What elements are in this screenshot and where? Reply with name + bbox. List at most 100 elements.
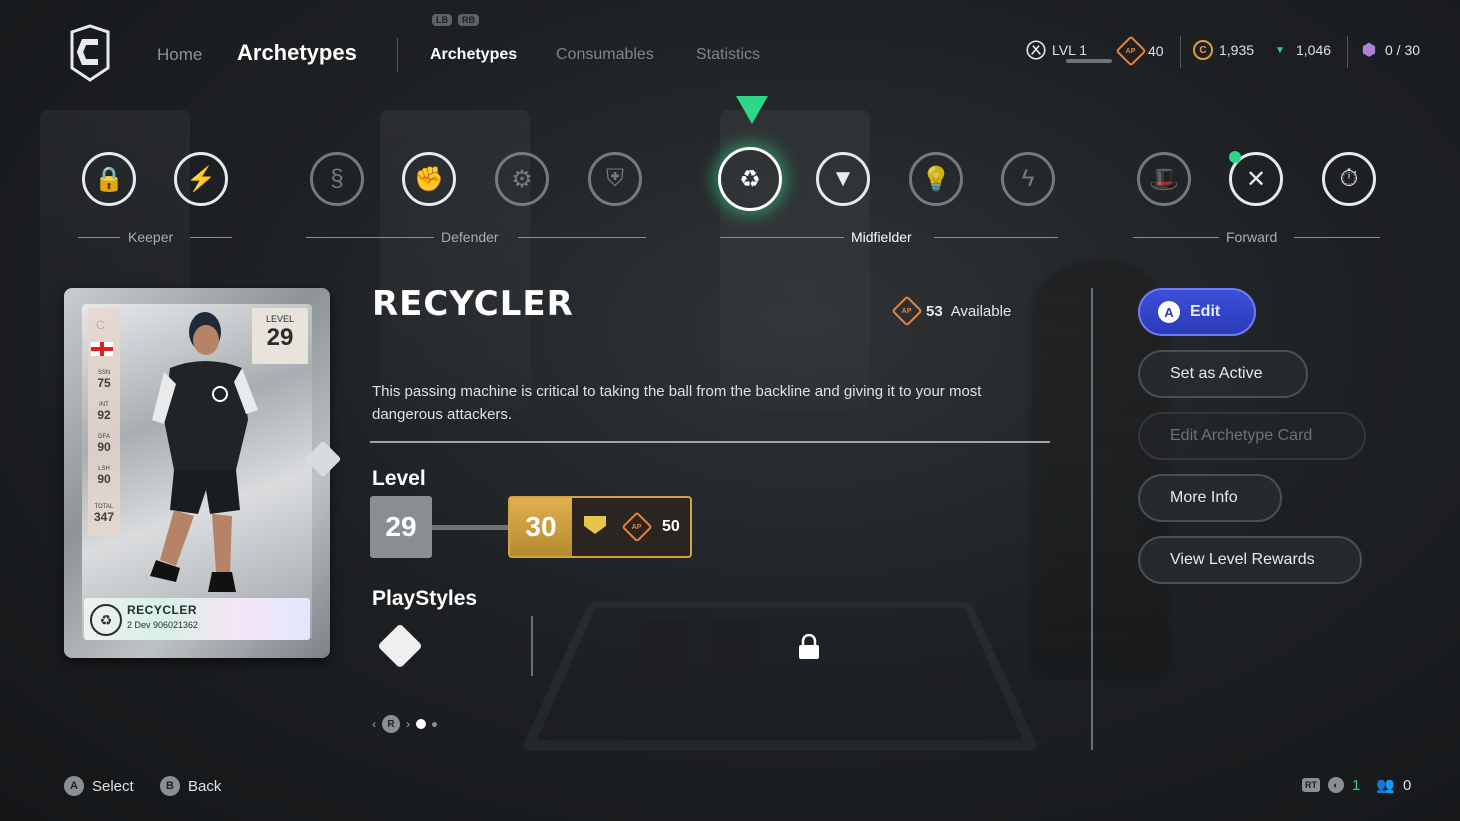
category-keeper: Keeper	[128, 229, 174, 245]
gem-icon	[584, 516, 606, 534]
card-stat-int: INT 92	[97, 402, 111, 422]
app-logo	[70, 24, 110, 82]
currency-divider	[1180, 36, 1181, 68]
next-level-upgrade[interactable]: 30 AP 50	[508, 496, 692, 558]
card-stat-lsh: LSH 90	[97, 466, 111, 486]
active-check-icon	[1229, 151, 1241, 163]
a-button-icon: A	[1158, 301, 1180, 323]
category-line	[720, 237, 844, 238]
category-defender: Defender	[441, 229, 499, 245]
level-connector	[432, 525, 510, 530]
a-button-icon: A	[64, 776, 84, 796]
card-level-box: LEVEL 29	[252, 308, 308, 364]
next-level-number: 30	[510, 498, 572, 556]
coin-icon: C	[1193, 40, 1213, 60]
lightbulb-icon[interactable]: 💡	[909, 152, 963, 206]
selection-indicator	[736, 96, 768, 124]
edit-archetype-card-button[interactable]: Edit Archetype Card	[1138, 412, 1366, 460]
bumper-hints: LB RB	[432, 14, 485, 26]
chevron-right-icon: ›	[406, 717, 410, 731]
ap-available: AP 53 Available	[891, 295, 1011, 327]
panel-divider	[1091, 288, 1093, 750]
edit-button[interactable]: A Edit	[1138, 288, 1256, 336]
rt-button-icon: RT	[1302, 778, 1320, 792]
tab-statistics[interactable]: Statistics	[696, 46, 760, 64]
playstyles-divider	[531, 616, 533, 676]
ap-icon: AP	[891, 295, 923, 327]
view-level-rewards-button[interactable]: View Level Rewards	[1138, 536, 1362, 584]
category-line	[518, 237, 646, 238]
card-nameplate: ♻ RECYCLER 2 Dev 906021362	[84, 598, 310, 640]
tab-archetypes[interactable]: Archetypes	[430, 46, 517, 64]
playstyle-icon[interactable]	[377, 623, 423, 669]
lock-icon	[799, 634, 819, 659]
more-info-button[interactable]: More Info	[1138, 474, 1282, 522]
category-line	[190, 237, 232, 238]
recycle-icon[interactable]: ♻	[718, 147, 782, 211]
keeper-lock-icon[interactable]: 🔒	[82, 152, 136, 206]
sp-balance: ⬢ 0 / 30	[1359, 40, 1420, 60]
set-active-button[interactable]: Set as Active	[1138, 350, 1308, 398]
ap-icon: AP	[621, 511, 653, 543]
card-stat-dfa: DFA 90	[97, 434, 111, 454]
tuxedo-icon[interactable]: ▼	[816, 152, 870, 206]
lb-button-icon: LB	[432, 14, 452, 26]
card-stat-ssn: SSN 75	[97, 370, 111, 390]
category-midfielder: Midfielder	[851, 229, 912, 245]
chevron-left-icon: ‹	[372, 717, 376, 731]
next-level-ap-cost: 50	[662, 518, 680, 535]
coins-value: 1,935	[1219, 42, 1255, 58]
b-button-icon: B	[160, 776, 180, 796]
recycle-icon: ♻	[90, 604, 122, 636]
category-line	[1133, 237, 1219, 238]
select-label: Select	[92, 777, 134, 795]
archetype-name: RECYCLER	[372, 284, 574, 324]
currency-divider	[1347, 36, 1348, 68]
ap-available-count: 53	[926, 302, 943, 320]
locked-playstyle-slot	[635, 620, 691, 676]
page-indicator[interactable]: ‹ R ›	[372, 715, 437, 733]
party-icon: ◐	[1328, 777, 1344, 793]
edit-label: Edit	[1190, 303, 1221, 320]
defender-tactics-icon[interactable]: ⚙	[495, 152, 549, 206]
select-hint[interactable]: A Select	[64, 776, 134, 796]
page-dot-active	[416, 719, 426, 729]
social-status[interactable]: RT ◐ 1 👥 0	[1302, 776, 1411, 794]
coins-balance: C 1,935	[1193, 40, 1254, 60]
lightning-icon[interactable]: ϟ	[1001, 152, 1055, 206]
defender-snake-icon[interactable]: §	[310, 152, 364, 206]
locked-playstyle-slot	[706, 620, 762, 676]
category-line	[934, 237, 1058, 238]
points-balance: ▼ 1,046	[1270, 40, 1331, 60]
ap-balance: AP 40	[1115, 35, 1164, 67]
card-subtitle: 2 Dev 906021362	[127, 620, 199, 630]
rb-button-icon: RB	[458, 14, 479, 26]
level-heading: Level	[372, 467, 426, 490]
sp-hex-icon: ⬢	[1362, 42, 1376, 59]
back-label: Back	[188, 777, 222, 795]
crossed-flags-icon	[1026, 40, 1046, 60]
ap-icon: AP	[1115, 35, 1147, 67]
defender-fist-icon[interactable]: ✊	[402, 152, 456, 206]
category-line	[306, 237, 434, 238]
ap-value: 40	[1148, 43, 1164, 59]
magician-hat-icon[interactable]: 🎩	[1137, 152, 1191, 206]
category-forward: Forward	[1226, 229, 1278, 245]
points-value: 1,046	[1296, 42, 1332, 58]
back-hint[interactable]: B Back	[160, 776, 221, 796]
friends-count: 0	[1403, 776, 1412, 794]
flag-icon	[91, 342, 113, 356]
archetype-description: This passing machine is critical to taki…	[372, 383, 982, 423]
defender-shield-icon[interactable]: ⛨	[588, 152, 642, 206]
playstyles-heading: PlayStyles	[372, 587, 478, 610]
nav-home[interactable]: Home	[157, 45, 202, 65]
category-line	[78, 237, 120, 238]
stopwatch-icon[interactable]: ⏱	[1322, 152, 1376, 206]
card-stat-total: TOTAL 347	[93, 504, 115, 524]
xp-progress-bar	[1066, 59, 1112, 63]
player-figure	[150, 312, 258, 592]
keeper-sweep-icon[interactable]: ⚡	[174, 152, 228, 206]
nav-divider	[397, 38, 398, 72]
tab-consumables[interactable]: Consumables	[556, 46, 654, 64]
friends-icon: 👥	[1376, 777, 1396, 794]
